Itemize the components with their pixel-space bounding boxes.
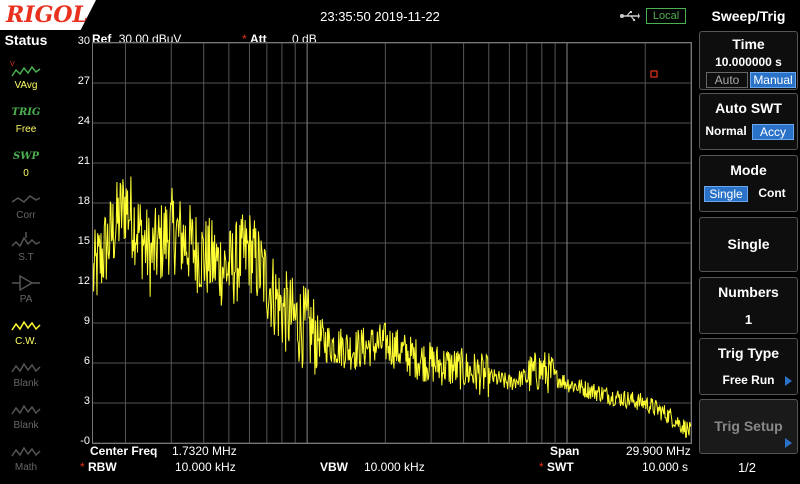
span-label[interactable]: Span bbox=[550, 444, 579, 458]
trace-math-icon bbox=[11, 446, 41, 457]
trace-avg-status[interactable]: V VAvg bbox=[5, 58, 47, 102]
numbers-value: 1 bbox=[744, 312, 753, 327]
time-softkey[interactable]: Time 10.000000 s Auto Manual bbox=[699, 31, 798, 90]
trace-math-status[interactable]: Math bbox=[5, 440, 47, 484]
auto-swt-normal-option[interactable]: Normal bbox=[704, 124, 748, 138]
time-auto-option[interactable]: Auto bbox=[706, 72, 748, 88]
trig-type-arrow-icon bbox=[785, 376, 792, 386]
sweep-label: 0 bbox=[23, 168, 29, 179]
trace-cw-status[interactable]: C.W. bbox=[5, 314, 47, 358]
single-label: Single bbox=[727, 236, 770, 252]
center-freq-value: 1.7320 MHz bbox=[172, 444, 237, 458]
menu-title: Sweep/Trig bbox=[711, 8, 786, 24]
trig-label: Free bbox=[15, 124, 37, 135]
trace-4-label: Blank bbox=[13, 420, 39, 431]
trace-avg-icon: V bbox=[10, 61, 41, 77]
trace-avg-label: VAvg bbox=[14, 80, 38, 91]
swt-marker-icon: * bbox=[539, 460, 544, 474]
y-tick-label: 12 bbox=[77, 275, 90, 287]
trace-3-label: Blank bbox=[13, 378, 39, 389]
correction-status[interactable]: Corr bbox=[5, 188, 47, 232]
usb-icon bbox=[620, 11, 640, 22]
local-indicator: Local bbox=[646, 8, 686, 24]
mode-softkey[interactable]: Mode Single Cont bbox=[699, 155, 798, 212]
y-tick-label: 18 bbox=[77, 195, 90, 207]
rbw-indicator[interactable]: * RBW bbox=[80, 460, 117, 474]
trace-blank-icon bbox=[11, 404, 41, 415]
center-freq-label[interactable]: Center Freq bbox=[90, 444, 157, 458]
time-manual-option[interactable]: Manual bbox=[750, 72, 796, 88]
trig-type-value: Free Run bbox=[722, 373, 775, 387]
trig-setup-arrow-icon bbox=[785, 438, 792, 448]
swt-indicator[interactable]: * SWT bbox=[539, 460, 574, 474]
spectrum-svg bbox=[92, 42, 692, 444]
y-tick-label: 3 bbox=[83, 395, 90, 407]
time-label: Time bbox=[732, 36, 765, 52]
top-bar: RIGOL 23:35:50 2019-11-22 Local bbox=[0, 0, 697, 30]
trig-setup-label: Trig Setup bbox=[714, 418, 783, 434]
correction-icon bbox=[11, 195, 41, 203]
time-value: 10.000000 s bbox=[715, 55, 782, 69]
datetime: 23:35:50 2019-11-22 bbox=[320, 9, 440, 24]
y-tick-label: 21 bbox=[77, 155, 90, 167]
auto-swt-accy-option[interactable]: Accy bbox=[752, 124, 794, 140]
trig-setup-softkey[interactable]: Trig Setup bbox=[699, 399, 798, 454]
vbw-value: 10.000 kHz bbox=[364, 460, 425, 474]
signal-track-status[interactable]: S.T bbox=[5, 230, 47, 274]
trig-type-softkey[interactable]: Trig Type Free Run bbox=[699, 338, 798, 395]
preamp-status[interactable]: PA bbox=[5, 272, 47, 316]
sweep-icon: SWP bbox=[13, 151, 39, 162]
mode-label: Mode bbox=[730, 162, 767, 178]
numbers-label: Numbers bbox=[718, 284, 779, 300]
spectrum-plot[interactable] bbox=[92, 42, 692, 444]
brand-logo: RIGOL bbox=[0, 0, 96, 30]
y-tick-label: 30 bbox=[77, 35, 90, 47]
mode-cont-option[interactable]: Cont bbox=[752, 186, 792, 200]
auto-swt-softkey[interactable]: Auto SWT Normal Accy bbox=[699, 93, 798, 150]
rbw-marker-icon: * bbox=[80, 460, 85, 474]
trace-4-status[interactable]: Blank bbox=[5, 398, 47, 442]
signal-track-label: S.T bbox=[18, 252, 34, 263]
status-title: Status bbox=[4, 32, 48, 48]
softkey-menu: Sweep/Trig Time 10.000000 s Auto Manual … bbox=[697, 0, 800, 480]
y-tick-label: 24 bbox=[77, 115, 90, 127]
y-tick-label: 9 bbox=[83, 315, 90, 327]
trig-type-label: Trig Type bbox=[717, 345, 780, 361]
rbw-label: RBW bbox=[88, 460, 117, 474]
sweep-status[interactable]: SWP 0 bbox=[5, 146, 47, 190]
trace-cw-icon bbox=[11, 320, 41, 331]
brand-name: RIGOL bbox=[6, 2, 88, 28]
trace-line bbox=[92, 176, 692, 438]
rbw-value: 10.000 kHz bbox=[175, 460, 236, 474]
preamp-icon bbox=[12, 274, 40, 292]
bottom-info: Center Freq 1.7320 MHz Span 29.900 MHz *… bbox=[52, 443, 697, 480]
mode-single-option[interactable]: Single bbox=[704, 186, 748, 202]
span-value: 29.900 MHz bbox=[626, 444, 691, 458]
numbers-softkey[interactable]: Numbers 1 bbox=[699, 277, 798, 334]
trig-status[interactable]: TRIG Free bbox=[5, 102, 47, 146]
y-tick-label: 27 bbox=[77, 75, 90, 87]
correction-label: Corr bbox=[16, 210, 36, 221]
single-softkey[interactable]: Single bbox=[699, 217, 798, 272]
trace-cw-label: C.W. bbox=[15, 336, 37, 347]
auto-swt-label: Auto SWT bbox=[715, 100, 782, 116]
status-panel: Status V VAvg TRIG Free SWP 0 Corr S.T P… bbox=[0, 30, 52, 480]
trigger-marker-icon bbox=[650, 70, 658, 78]
preamp-label: PA bbox=[19, 294, 33, 305]
menu-page-indicator: 1/2 bbox=[737, 460, 757, 475]
signal-track-icon bbox=[11, 232, 41, 248]
vbw-label[interactable]: VBW bbox=[320, 460, 348, 474]
swt-label: SWT bbox=[547, 460, 574, 474]
trace-math-label: Math bbox=[14, 462, 38, 473]
trig-icon: TRIG bbox=[11, 107, 41, 118]
y-tick-label: 15 bbox=[77, 235, 90, 247]
trace-blank-icon bbox=[11, 362, 41, 373]
trace-3-status[interactable]: Blank bbox=[5, 356, 47, 400]
swt-value: 10.000 s bbox=[642, 460, 689, 474]
y-tick-label: 6 bbox=[83, 355, 90, 367]
svg-text:V: V bbox=[10, 61, 15, 68]
